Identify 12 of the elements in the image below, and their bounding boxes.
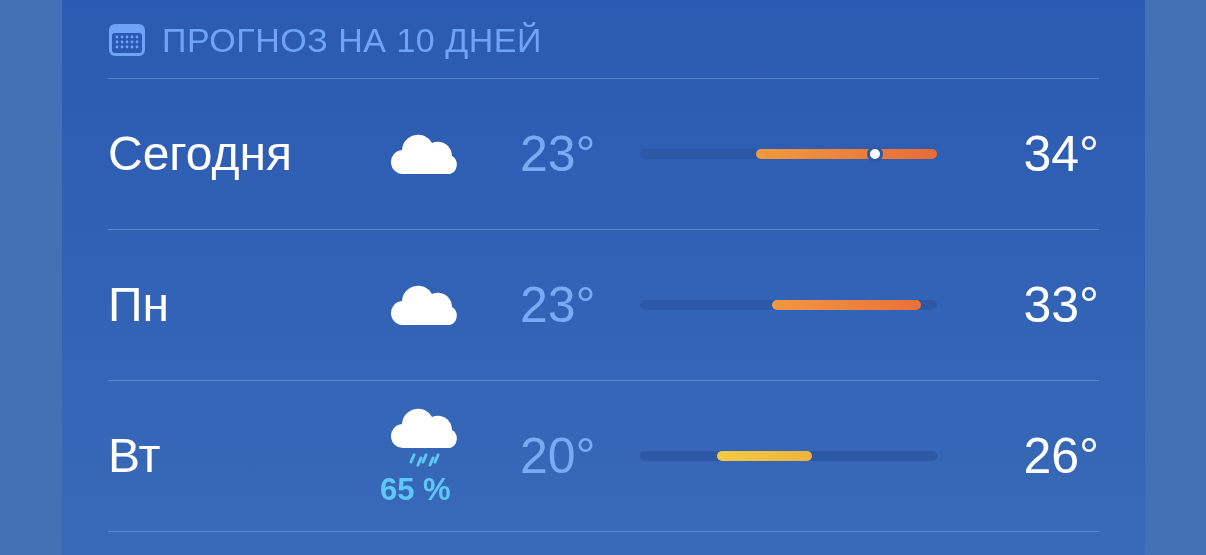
high-temperature: 33° <box>1022 275 1099 335</box>
low-temperature: 23° <box>520 275 597 335</box>
low-temperature: 23° <box>520 124 597 184</box>
section-title: ПРОГНОЗ НА 10 ДНЕЙ <box>162 19 542 61</box>
day-label: Вт <box>108 428 162 484</box>
calendar-icon <box>108 23 146 57</box>
high-temperature: 34° <box>1022 124 1099 184</box>
day-label: Сегодня <box>108 126 293 182</box>
day-label: Пн <box>108 277 170 333</box>
low-temperature: 20° <box>520 426 597 486</box>
precipitation-chance: 65 % <box>380 473 451 505</box>
high-temperature: 26° <box>1022 426 1099 486</box>
